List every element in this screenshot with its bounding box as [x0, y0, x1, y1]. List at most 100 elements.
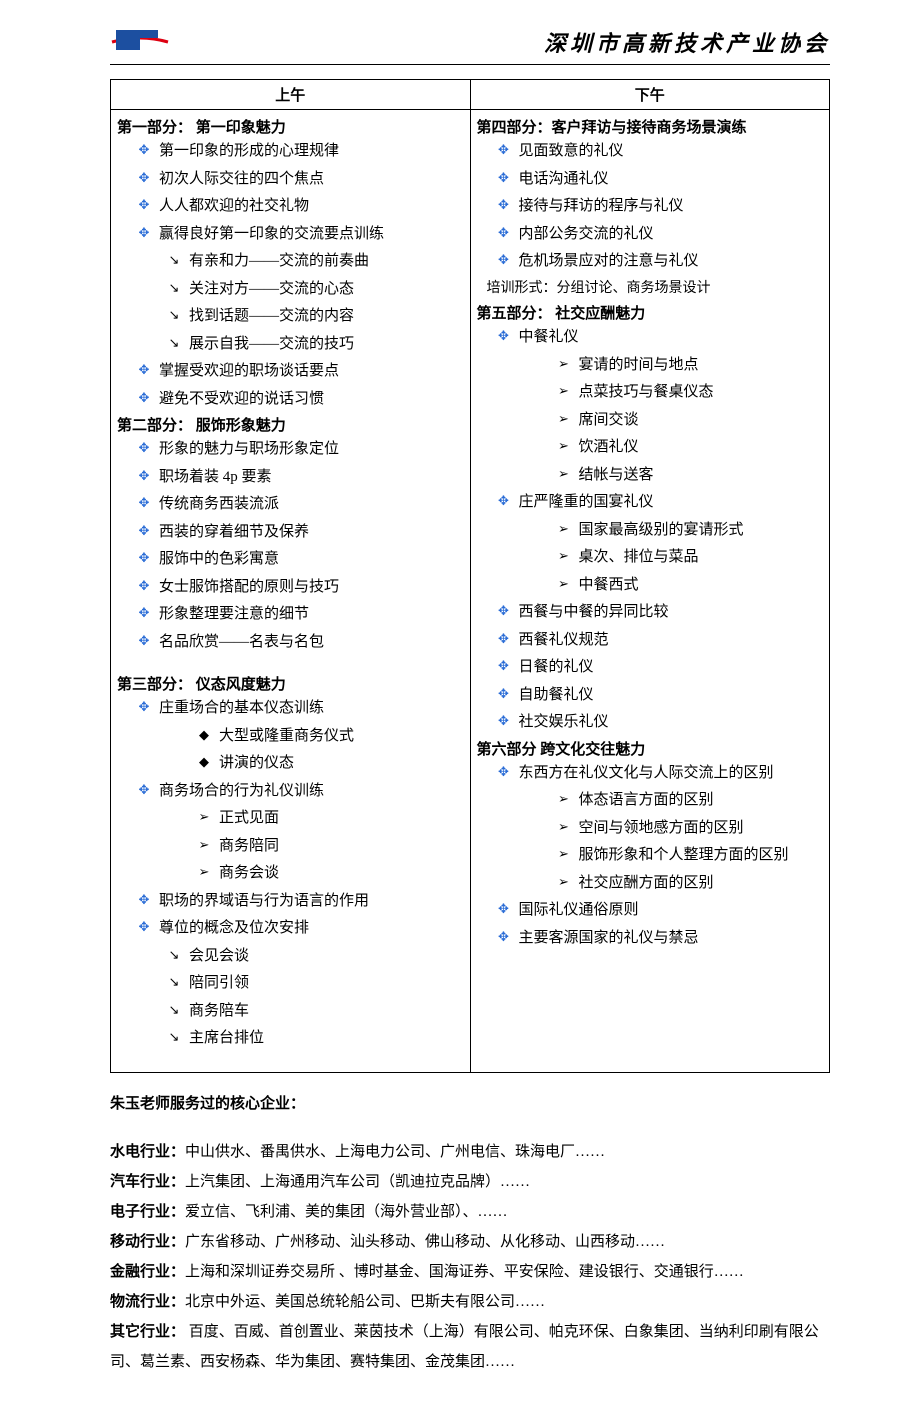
industry-label: 汽车行业： [110, 1174, 185, 1190]
list-item-label: 形象整理要注意的细节 [159, 602, 309, 628]
plus-icon: ✥ [495, 194, 513, 216]
plus-icon: ✥ [495, 222, 513, 244]
plus-icon: ✥ [495, 325, 513, 347]
chevron-icon: ➢ [555, 816, 573, 838]
training-format-note: 培训形式：分组讨论、商务场景设计 [487, 277, 824, 301]
list-item-label: 有亲和力――交流的前奏曲 [189, 249, 369, 275]
list-item-label: 展示自我――交流的技巧 [189, 332, 354, 358]
list-item-label: 席间交谈 [579, 408, 639, 434]
org-name: 深圳市高新技术产业协会 [544, 26, 830, 58]
plus-icon: ✥ [135, 889, 153, 911]
diamond-icon: ◆ [195, 751, 213, 773]
chevron-icon: ➢ [555, 353, 573, 375]
chevron-icon: ➢ [555, 463, 573, 485]
plus-icon: ✥ [135, 547, 153, 569]
list-item-label: 形象的魅力与职场形象定位 [159, 437, 339, 463]
list-item-label: 正式见面 [219, 806, 279, 832]
list-item-label: 商务陪同 [219, 834, 279, 860]
plus-icon: ✥ [495, 761, 513, 783]
list-item-label: 职场的界域语与行为语言的作用 [159, 889, 369, 915]
plus-icon: ✥ [135, 630, 153, 652]
chevron-icon: ➢ [195, 806, 213, 828]
chevron-icon: ➢ [195, 861, 213, 883]
list-item-label: 西装的穿着细节及保养 [159, 520, 309, 546]
list-item-label: 商务会谈 [219, 861, 279, 887]
arrow-icon: ↘ [165, 1026, 183, 1048]
list-item-label: 中餐西式 [579, 573, 639, 599]
plus-icon: ✥ [495, 490, 513, 512]
list-item-label: 庄严隆重的国宴礼仪 [519, 490, 654, 516]
list-item-label: 电话沟通礼仪 [519, 167, 609, 193]
list-item-label: 避免不受欢迎的说话习惯 [159, 387, 324, 413]
industry-line: 移动行业：广东省移动、广州移动、汕头移动、佛山移动、从化移动、山西移动…… [110, 1227, 830, 1257]
arrow-icon: ↘ [165, 971, 183, 993]
list-item-label: 大型或隆重商务仪式 [219, 724, 354, 750]
industry-line: 电子行业：爱立信、飞利浦、美的集团（海外营业部）、…… [110, 1197, 830, 1227]
plus-icon: ✥ [135, 194, 153, 216]
list-item-label: 陪同引领 [189, 971, 249, 997]
clients-section: 朱玉老师服务过的核心企业： 水电行业：中山供水、番禺供水、上海电力公司、广州电信… [110, 1089, 830, 1377]
col-morning-header: 上午 [111, 80, 471, 110]
plus-icon: ✥ [135, 387, 153, 409]
arrow-icon: ↘ [165, 304, 183, 326]
plus-icon: ✥ [135, 492, 153, 514]
list-item-label: 商务场合的行为礼仪训练 [159, 779, 324, 805]
header-divider [110, 64, 830, 65]
industry-line: 水电行业：中山供水、番禺供水、上海电力公司、广州电信、珠海电厂…… [110, 1137, 830, 1167]
list-item-label: 结帐与送客 [579, 463, 654, 489]
list-item-label: 赢得良好第一印象的交流要点训练 [159, 222, 384, 248]
plus-icon: ✥ [135, 696, 153, 718]
plus-icon: ✥ [495, 683, 513, 705]
list-item-label: 点菜技巧与餐桌仪态 [579, 380, 714, 406]
arrow-icon: ↘ [165, 332, 183, 354]
list-item-label: 主席台排位 [189, 1026, 264, 1052]
arrow-icon: ↘ [165, 277, 183, 299]
arrow-icon: ↘ [165, 249, 183, 271]
afternoon-cell: 第四部分：客户拜访与接待商务场景演练 ✥见面致意的礼仪 ✥电话沟通礼仪 ✥接待与… [470, 110, 830, 1073]
plus-icon: ✥ [495, 898, 513, 920]
list-item-label: 饮酒礼仪 [579, 435, 639, 461]
chevron-icon: ➢ [195, 834, 213, 856]
list-item-label: 西餐礼仪规范 [519, 628, 609, 654]
industry-line: 汽车行业：上汽集团、上海通用汽车公司（凯迪拉克品牌）…… [110, 1167, 830, 1197]
list-item-label: 传统商务西装流派 [159, 492, 279, 518]
list-item-label: 危机场景应对的注意与礼仪 [519, 249, 699, 275]
list-item-label: 第一印象的形成的心理规律 [159, 139, 339, 165]
plus-icon: ✥ [495, 249, 513, 271]
list-item-label: 庄重场合的基本仪态训练 [159, 696, 324, 722]
part1-title: 第一部分： 第一印象魅力 [117, 116, 464, 137]
chevron-icon: ➢ [555, 408, 573, 430]
industry-label: 电子行业： [110, 1204, 185, 1220]
list-item-label: 会见会谈 [189, 944, 249, 970]
list-item-label: 社交应酬方面的区别 [579, 871, 714, 897]
chevron-icon: ➢ [555, 380, 573, 402]
chevron-icon: ➢ [555, 573, 573, 595]
part6-title: 第六部分 跨文化交往魅力 [477, 738, 824, 759]
plus-icon: ✥ [135, 437, 153, 459]
chevron-icon: ➢ [555, 871, 573, 893]
list-item-label: 桌次、排位与菜品 [579, 545, 699, 571]
plus-icon: ✥ [135, 465, 153, 487]
plus-icon: ✥ [135, 779, 153, 801]
clients-heading: 朱玉老师服务过的核心企业： [110, 1089, 830, 1119]
list-item-label: 服饰形象和个人整理方面的区别 [579, 843, 789, 869]
industry-label: 金融行业： [110, 1264, 185, 1280]
part3-title: 第三部分： 仪态风度魅力 [117, 673, 464, 694]
industry-label: 移动行业： [110, 1234, 185, 1250]
list-item-label: 女士服饰搭配的原则与技巧 [159, 575, 339, 601]
industry-label: 其它行业： [110, 1324, 185, 1340]
plus-icon: ✥ [495, 628, 513, 650]
col-afternoon-header: 下午 [470, 80, 830, 110]
plus-icon: ✥ [135, 916, 153, 938]
list-item-label: 尊位的概念及位次安排 [159, 916, 309, 942]
arrow-icon: ↘ [165, 944, 183, 966]
plus-icon: ✥ [495, 710, 513, 732]
chevron-icon: ➢ [555, 788, 573, 810]
part2-title: 第二部分： 服饰形象魅力 [117, 414, 464, 435]
list-item-label: 接待与拜访的程序与礼仪 [519, 194, 684, 220]
list-item-label: 体态语言方面的区别 [579, 788, 714, 814]
chevron-icon: ➢ [555, 545, 573, 567]
morning-cell: 第一部分： 第一印象魅力 ✥第一印象的形成的心理规律 ✥初次人际交往的四个焦点 … [111, 110, 471, 1073]
list-item-label: 讲演的仪态 [219, 751, 294, 777]
plus-icon: ✥ [495, 139, 513, 161]
